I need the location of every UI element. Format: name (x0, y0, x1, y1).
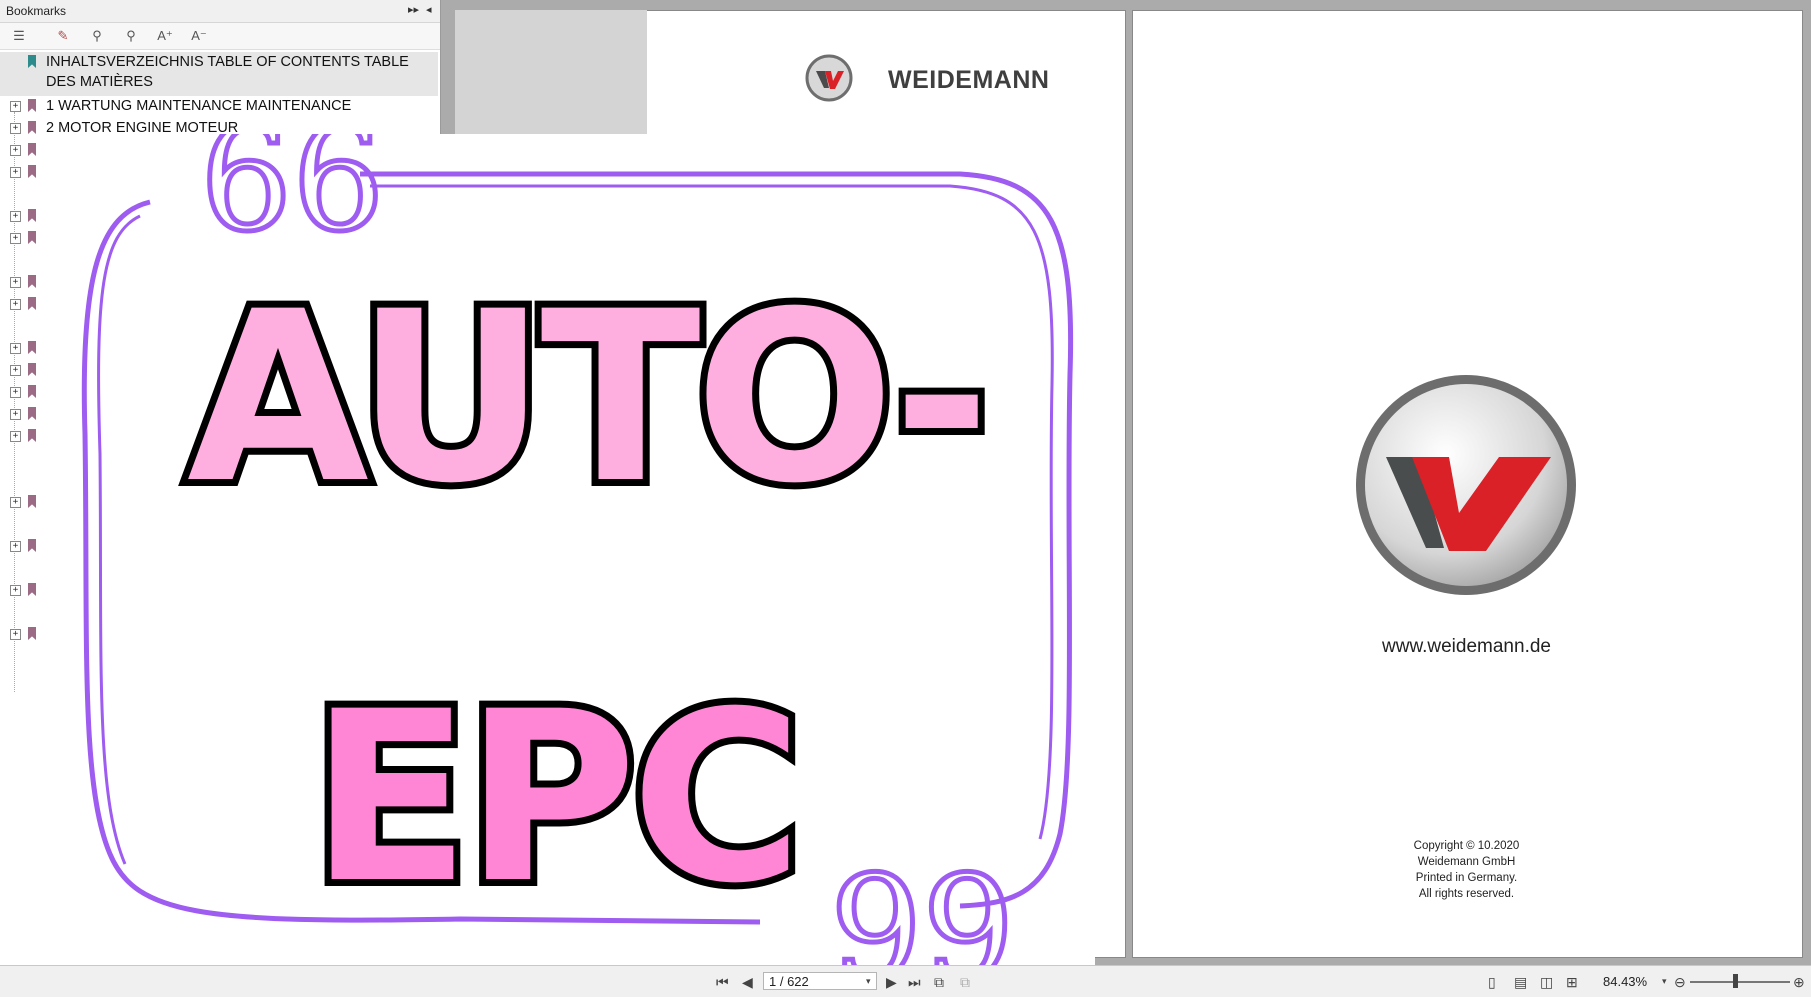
expand-icon[interactable]: + (10, 343, 21, 354)
next-page-icon[interactable]: ▶ (886, 974, 897, 991)
weidemann-logo-icon (805, 54, 853, 102)
expand-icon[interactable]: + (10, 497, 21, 508)
bookmark-icon (28, 275, 36, 288)
watermark-graphic: 66 99 AUTO- EPC (81, 134, 1074, 970)
expand-icon[interactable]: + (10, 409, 21, 420)
decrease-text-icon[interactable]: A⁻ (188, 27, 210, 45)
close-quote-mark: 99 (830, 845, 1015, 970)
zoom-in-icon[interactable]: ⊕ (1793, 974, 1805, 991)
expand-icon[interactable]: + (10, 277, 21, 288)
bookmark-icon (28, 143, 36, 156)
last-page-icon[interactable]: ⏭ (908, 974, 921, 991)
bookmark-icon (28, 407, 36, 420)
previous-view-icon[interactable]: ⧉ (934, 974, 944, 991)
continuous-facing-view-icon[interactable]: ⊞ (1566, 974, 1578, 991)
bookmark-icon (28, 297, 36, 310)
status-bar: ⏮ ◀ 1 / 622 ▾ ▶ ⏭ ⧉ ⧉ ▯ ▤ ◫ ⊞ 84.43% ▾ ⊖… (0, 965, 1811, 997)
auto-wordmark: AUTO- (187, 262, 984, 535)
bookmark-icon (28, 495, 36, 508)
expand-icon[interactable]: + (10, 145, 21, 156)
brand-name: WEIDEMANN (888, 66, 1050, 94)
bookmarks-toolbar: ☰ ✎ ⚲ ⚲ A⁺ A⁻ (0, 23, 440, 50)
bookmark-label-cont: DES MATIÈRES (46, 74, 153, 90)
bookmark-icon (28, 209, 36, 222)
website-url: www.weidemann.de (1382, 636, 1551, 657)
expand-panel-icon[interactable]: ▸▸ (408, 3, 419, 16)
epc-wordmark: EPC (310, 662, 797, 935)
bookmark-properties-icon[interactable]: ⚲ (86, 27, 108, 45)
bookmark-item-contents[interactable]: INHALTSVERZEICHNIS TABLE OF CONTENTS TAB… (0, 52, 438, 96)
expand-icon[interactable]: + (10, 387, 21, 398)
collapse-panel-icon[interactable]: ◂ (426, 3, 432, 16)
bookmark-icon (28, 363, 36, 376)
bookmark-icon (28, 429, 36, 442)
expand-icon[interactable]: + (10, 365, 21, 376)
bookmark-icon (28, 583, 36, 596)
zoom-out-icon[interactable]: ⊖ (1674, 974, 1686, 991)
bookmark-icon (28, 539, 36, 552)
zoom-slider-thumb[interactable] (1733, 974, 1738, 988)
expand-icon[interactable]: + (10, 431, 21, 442)
rights-line: All rights reserved. (1418, 888, 1515, 900)
increase-text-icon[interactable]: A⁺ (154, 27, 176, 45)
previous-page-icon[interactable]: ◀ (742, 974, 753, 991)
watermark-overlay: 66 99 AUTO- EPC (40, 134, 1095, 970)
bookmark-icon (28, 55, 36, 68)
expand-icon[interactable]: + (10, 585, 21, 596)
printed-line: Printed in Germany. (1415, 872, 1518, 884)
bookmark-icon (28, 341, 36, 354)
bookmark-icon (28, 121, 36, 134)
expand-icon[interactable]: + (10, 233, 21, 244)
continuous-view-icon[interactable]: ▤ (1514, 974, 1527, 991)
expand-icon[interactable]: + (10, 101, 21, 112)
open-quote-mark: 66 (200, 134, 385, 264)
page-dropdown-icon[interactable]: ▾ (866, 976, 871, 987)
expand-icon[interactable]: + (10, 629, 21, 640)
page-image-placeholder (455, 10, 647, 134)
company-line: Weidemann GmbH (1417, 856, 1516, 868)
bookmarks-header: Bookmarks ▸▸ ◂ (0, 0, 440, 23)
expand-icon[interactable]: + (10, 167, 21, 178)
zoom-level[interactable]: 84.43% (1603, 974, 1647, 989)
first-page-icon[interactable]: ⏮ (716, 974, 729, 991)
bookmark-icon (28, 385, 36, 398)
bookmark-options-icon[interactable]: ☰ (8, 27, 30, 45)
weidemann-big-logo-icon (1356, 375, 1576, 595)
page-number-field[interactable]: 1 / 622 (763, 972, 877, 990)
bookmark-icon (28, 165, 36, 178)
expand-icon[interactable]: + (10, 211, 21, 222)
copyright-block: Copyright © 10.2020 Weidemann GmbH Print… (1132, 838, 1801, 902)
expand-icon[interactable]: + (10, 123, 21, 134)
single-page-view-icon[interactable]: ▯ (1488, 974, 1496, 991)
next-view-icon[interactable]: ⧉ (960, 974, 970, 991)
find-bookmark-icon[interactable]: ⚲ (120, 27, 142, 45)
bookmark-label: INHALTSVERZEICHNIS TABLE OF CONTENTS TAB… (46, 54, 409, 70)
new-bookmark-icon[interactable]: ✎ (52, 27, 74, 45)
bookmark-icon (28, 231, 36, 244)
zoom-slider[interactable] (1690, 981, 1790, 983)
bookmark-item-maintenance[interactable]: + 1 WARTUNG MAINTENANCE MAINTENANCE (0, 96, 438, 118)
zoom-dropdown-icon[interactable]: ▾ (1662, 976, 1667, 987)
bookmarks-title: Bookmarks (6, 4, 67, 18)
bookmark-label: 1 WARTUNG MAINTENANCE MAINTENANCE (46, 98, 352, 114)
expand-icon[interactable]: + (10, 541, 21, 552)
bookmark-icon (28, 99, 36, 112)
bookmark-icon (28, 627, 36, 640)
expand-icon[interactable]: + (10, 299, 21, 310)
facing-view-icon[interactable]: ◫ (1540, 974, 1553, 991)
copyright-line: Copyright © 10.2020 (1413, 840, 1520, 852)
